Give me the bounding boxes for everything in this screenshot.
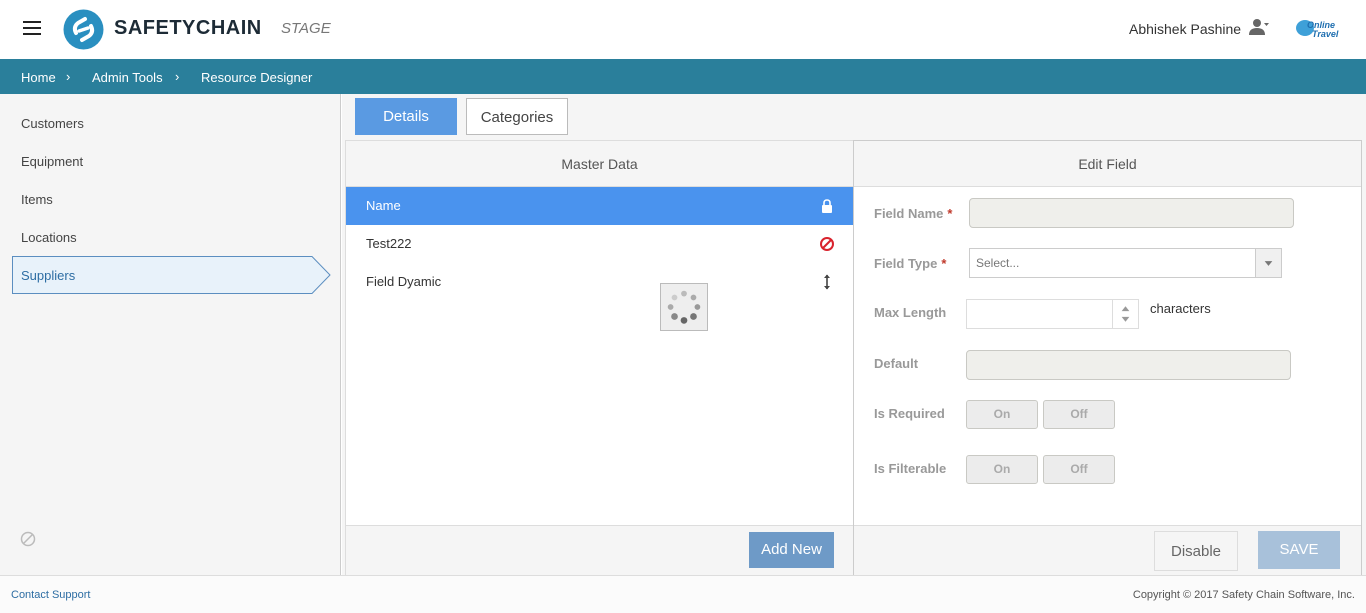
- is-filterable-on-button[interactable]: On: [966, 455, 1038, 484]
- list-item-label: Test222: [366, 236, 412, 251]
- number-stepper-icon[interactable]: [1112, 300, 1138, 328]
- sidebar-item-suppliers[interactable]: Suppliers: [21, 268, 75, 283]
- tab-details[interactable]: Details: [355, 98, 457, 135]
- copyright-text: Copyright © 2017 Safety Chain Software, …: [1132, 589, 1355, 601]
- is-required-off-button[interactable]: Off: [1043, 400, 1115, 429]
- chevron-right-icon: ›: [66, 69, 71, 84]
- lock-icon: [822, 199, 832, 213]
- user-account-icon[interactable]: [1249, 18, 1269, 36]
- org-logo: Online Travel: [1296, 20, 1339, 39]
- save-button[interactable]: SAVE: [1258, 531, 1340, 569]
- add-new-button[interactable]: Add New: [749, 532, 834, 568]
- field-type-select[interactable]: Select...: [969, 248, 1282, 278]
- is-required-on-button[interactable]: On: [966, 400, 1038, 429]
- breadcrumb-admin-tools[interactable]: Admin Tools: [92, 70, 163, 85]
- app-header: SAFETYCHAIN STAGE Abhishek Pashine Onlin…: [0, 0, 1366, 59]
- loading-spinner-icon: [660, 283, 708, 331]
- brand-name: SAFETYCHAIN: [114, 17, 262, 39]
- chevron-right-icon: ›: [175, 69, 180, 84]
- list-item[interactable]: Name: [346, 187, 853, 225]
- no-entry-icon[interactable]: [819, 236, 835, 252]
- breadcrumb: Home › Admin Tools › Resource Designer: [0, 59, 1366, 94]
- svg-text:Travel: Travel: [1312, 29, 1339, 39]
- default-label: Default: [874, 356, 919, 371]
- list-item[interactable]: Field Dyamic: [346, 263, 853, 301]
- breadcrumb-home[interactable]: Home: [21, 70, 56, 85]
- breadcrumb-resource-designer[interactable]: Resource Designer: [201, 70, 312, 85]
- max-length-label: Max Length: [874, 305, 947, 320]
- tab-categories[interactable]: Categories: [466, 98, 568, 135]
- reorder-icon[interactable]: [819, 274, 835, 290]
- main-content: Details Categories Master Data Name Test…: [342, 94, 1366, 576]
- list-item-label: Name: [366, 198, 401, 213]
- sidebar-item-locations[interactable]: Locations: [21, 230, 77, 245]
- edit-field-title: Edit Field: [854, 141, 1361, 187]
- max-length-input[interactable]: [966, 299, 1139, 329]
- user-name[interactable]: Abhishek Pashine: [1129, 21, 1241, 37]
- field-name-label: Field Name *: [874, 206, 953, 221]
- is-filterable-label: Is Filterable: [874, 461, 947, 476]
- page-footer: Contact Support Copyright © 2017 Safety …: [0, 575, 1366, 613]
- contact-support-link[interactable]: Contact Support: [11, 589, 91, 601]
- list-item-label: Field Dyamic: [366, 274, 442, 289]
- environment-label: STAGE: [281, 20, 331, 37]
- max-length-unit: characters: [1150, 301, 1211, 316]
- disable-button[interactable]: Disable: [1154, 531, 1238, 571]
- master-data-panel: Master Data Name Test222 Field Dyamic Ad…: [345, 140, 854, 576]
- list-item[interactable]: Test222: [346, 225, 853, 263]
- is-required-label: Is Required: [874, 406, 945, 421]
- default-input[interactable]: [966, 350, 1291, 380]
- edit-field-footer: Disable SAVE: [854, 525, 1361, 575]
- disabled-icon[interactable]: [20, 531, 36, 547]
- chevron-down-icon[interactable]: [1255, 249, 1281, 277]
- sidebar: Customers Equipment Items Locations Supp…: [0, 94, 341, 575]
- safetychain-logo-icon: [63, 9, 104, 50]
- field-name-input[interactable]: [969, 198, 1294, 228]
- sidebar-item-equipment[interactable]: Equipment: [21, 154, 83, 169]
- field-type-label: Field Type *: [874, 256, 947, 271]
- is-filterable-off-button[interactable]: Off: [1043, 455, 1115, 484]
- sidebar-item-customers[interactable]: Customers: [21, 116, 84, 131]
- master-data-title: Master Data: [346, 141, 853, 187]
- active-arrow-icon: [309, 256, 331, 294]
- sidebar-item-items[interactable]: Items: [21, 192, 53, 207]
- edit-field-panel: Edit Field Field Name * Field Type * Selec…: [853, 140, 1362, 576]
- hamburger-menu-icon[interactable]: [23, 21, 41, 35]
- master-data-footer: Add New: [346, 525, 853, 575]
